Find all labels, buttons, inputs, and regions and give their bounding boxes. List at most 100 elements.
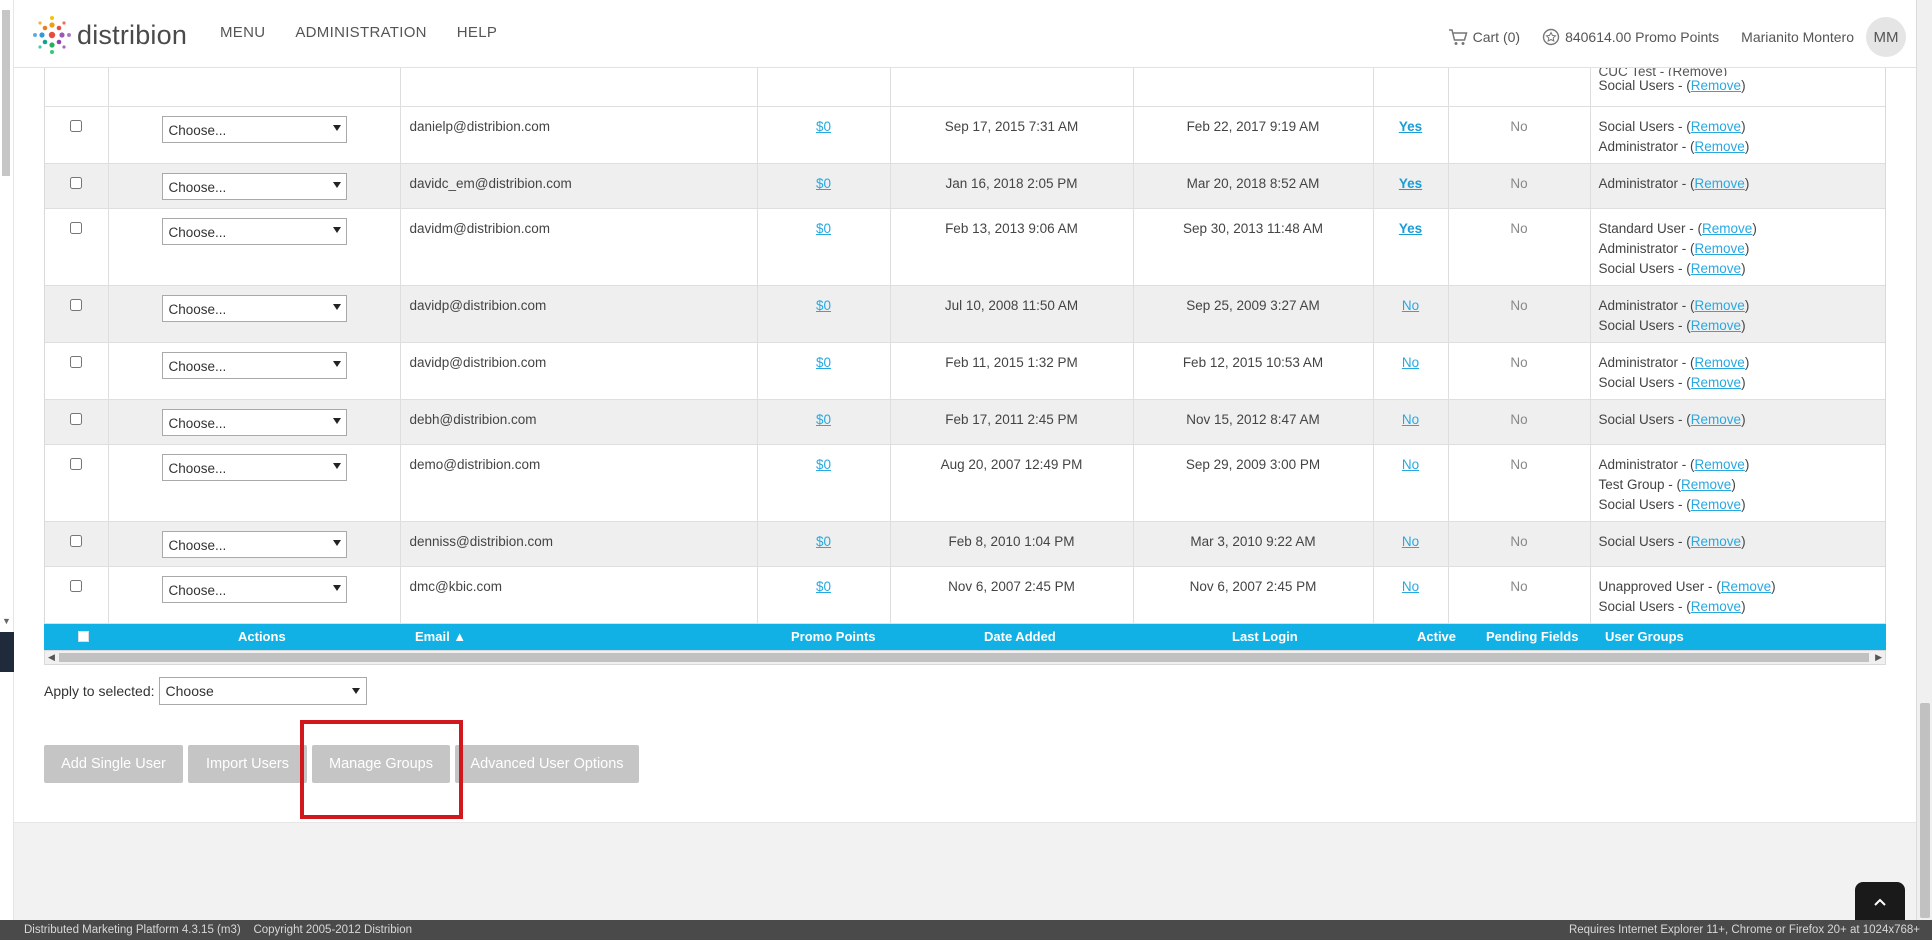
remove-link[interactable]: Remove [1691,78,1741,93]
row-checkbox[interactable] [70,176,83,189]
promo-points-link[interactable]: $0 [816,221,831,236]
remove-link[interactable]: Remove [1691,261,1741,276]
promo-points-link[interactable]: $0 [816,119,831,134]
horizontal-scrollbar[interactable]: ◀ ▶ [44,650,1886,665]
left-dark-block [0,632,14,672]
row-action-select[interactable]: Choose... [161,530,347,558]
avatar[interactable]: MM [1866,17,1906,57]
row-action-select[interactable]: Choose... [161,294,347,322]
col-user-groups[interactable]: User Groups [1605,629,1684,644]
group-entry: Administrator - (Remove) [1598,138,1750,154]
left-scroll-arrow-icon[interactable]: ▼ [2,616,11,626]
active-link[interactable]: No [1402,579,1419,594]
table-header-row: Actions Email ▲ Promo Points Date Added … [44,624,1886,650]
cart-link[interactable]: Cart (0) [1448,28,1520,46]
promo-points-link[interactable]: $0 [816,579,831,594]
remove-link[interactable]: Remove [1695,241,1745,256]
horizontal-scroll-thumb[interactable] [59,653,1869,662]
left-scroll-thumb[interactable] [2,10,10,176]
col-actions[interactable]: Actions [238,629,286,644]
table-row: Choose... denniss@distribion.com $0 Feb 8, … [45,521,1885,567]
remove-link[interactable]: Remove [1691,318,1741,333]
email-cell: denniss@distribion.com [400,521,758,567]
active-link[interactable]: Yes [1399,119,1422,134]
advanced-user-options-button[interactable]: Advanced User Options [455,745,639,783]
apply-select[interactable]: Choose [158,677,367,705]
remove-link[interactable]: Remove [1691,599,1741,614]
email-cell: danielp@distribion.com [400,106,758,164]
row-action-select[interactable]: Choose... [161,351,347,379]
active-link[interactable]: No [1402,355,1419,370]
page-scrollbar[interactable] [1916,0,1932,920]
group-entry: Social Users - (Remove) [1598,260,1746,276]
row-action-select[interactable]: Choose... [161,115,347,143]
remove-link[interactable]: Remove [1691,497,1741,512]
scroll-right-icon[interactable]: ▶ [1875,652,1882,663]
col-promo-points[interactable]: Promo Points [791,629,876,644]
nav-administration[interactable]: ADMINISTRATION [295,24,426,41]
promo-points[interactable]: 840614.00 Promo Points [1542,28,1719,46]
row-checkbox[interactable] [70,579,83,592]
row-action-select[interactable]: Choose... [161,217,347,245]
row-action-select[interactable]: Choose... [161,575,347,603]
row-checkbox[interactable] [70,221,83,234]
remove-link[interactable]: Remove [1691,375,1741,390]
row-action-select[interactable]: Choose... [161,408,347,436]
row-checkbox[interactable] [70,355,83,368]
active-link[interactable]: No [1402,412,1419,427]
promo-points-link[interactable]: $0 [816,412,831,427]
row-checkbox[interactable] [70,412,83,425]
row-checkbox[interactable] [70,534,83,547]
row-checkbox[interactable] [70,119,83,132]
last-login-cell: Mar 20, 2018 8:52 AM [1133,163,1374,209]
row-checkbox[interactable] [70,457,83,470]
promo-points-link[interactable]: $0 [816,355,831,370]
remove-link[interactable]: Remove [1691,412,1741,427]
col-active[interactable]: Active [1417,629,1456,644]
promo-points-link[interactable]: $0 [816,176,831,191]
remove-link[interactable]: Remove [1695,355,1745,370]
promo-points-link[interactable]: $0 [816,534,831,549]
scroll-left-icon[interactable]: ◀ [48,652,55,663]
row-action-select[interactable]: Choose... [161,172,347,200]
active-link[interactable]: Yes [1399,176,1422,191]
promo-points-link[interactable]: $0 [816,298,831,313]
remove-link[interactable]: Remove [1681,477,1731,492]
remove-link[interactable]: Remove [1691,534,1741,549]
pending-fields-cell: No [1448,521,1591,567]
remove-link[interactable]: Remove [1695,298,1745,313]
active-link[interactable]: No [1402,457,1419,472]
user-groups-cell: Unapproved User - (Remove) Social Users -… [1590,566,1885,624]
promo-points-link[interactable]: $0 [816,457,831,472]
select-all-checkbox[interactable] [78,631,89,642]
active-link[interactable]: No [1402,298,1419,313]
row-checkbox[interactable] [70,298,83,311]
col-date-added[interactable]: Date Added [984,629,1056,644]
pending-fields-cell: No [1448,399,1591,445]
active-link[interactable]: No [1402,534,1419,549]
remove-link[interactable]: Remove [1695,139,1745,154]
nav-help[interactable]: HELP [457,24,497,41]
user-groups-cell: Social Users - (Remove) Administrator - (… [1590,106,1885,164]
import-users-button[interactable]: Import Users [188,745,307,783]
add-single-user-button[interactable]: Add Single User [44,745,183,783]
remove-link[interactable]: Remove [1691,119,1741,134]
remove-link[interactable]: Remove [1695,176,1745,191]
dropdown-arrow-icon [332,462,341,469]
remove-link[interactable]: Remove [1721,579,1771,594]
last-login-cell: Feb 22, 2017 9:19 AM [1133,106,1374,164]
nav-menu[interactable]: MENU [220,24,265,41]
row-action-select[interactable]: Choose... [161,453,347,481]
col-pending-fields[interactable]: Pending Fields [1486,629,1578,644]
scroll-to-top-button[interactable] [1855,882,1905,922]
user-name[interactable]: Marianito Montero [1741,29,1854,45]
remove-link[interactable]: Remove [1702,221,1752,236]
col-email[interactable]: Email ▲ [415,629,466,644]
col-last-login[interactable]: Last Login [1232,629,1298,644]
dropdown-arrow-icon [332,124,341,131]
logo[interactable]: distribion [30,13,187,57]
remove-link[interactable]: Remove [1695,457,1745,472]
active-link[interactable]: Yes [1399,221,1422,236]
page-scroll-thumb[interactable] [1920,703,1930,918]
row-action-value: Choose... [168,358,227,374]
